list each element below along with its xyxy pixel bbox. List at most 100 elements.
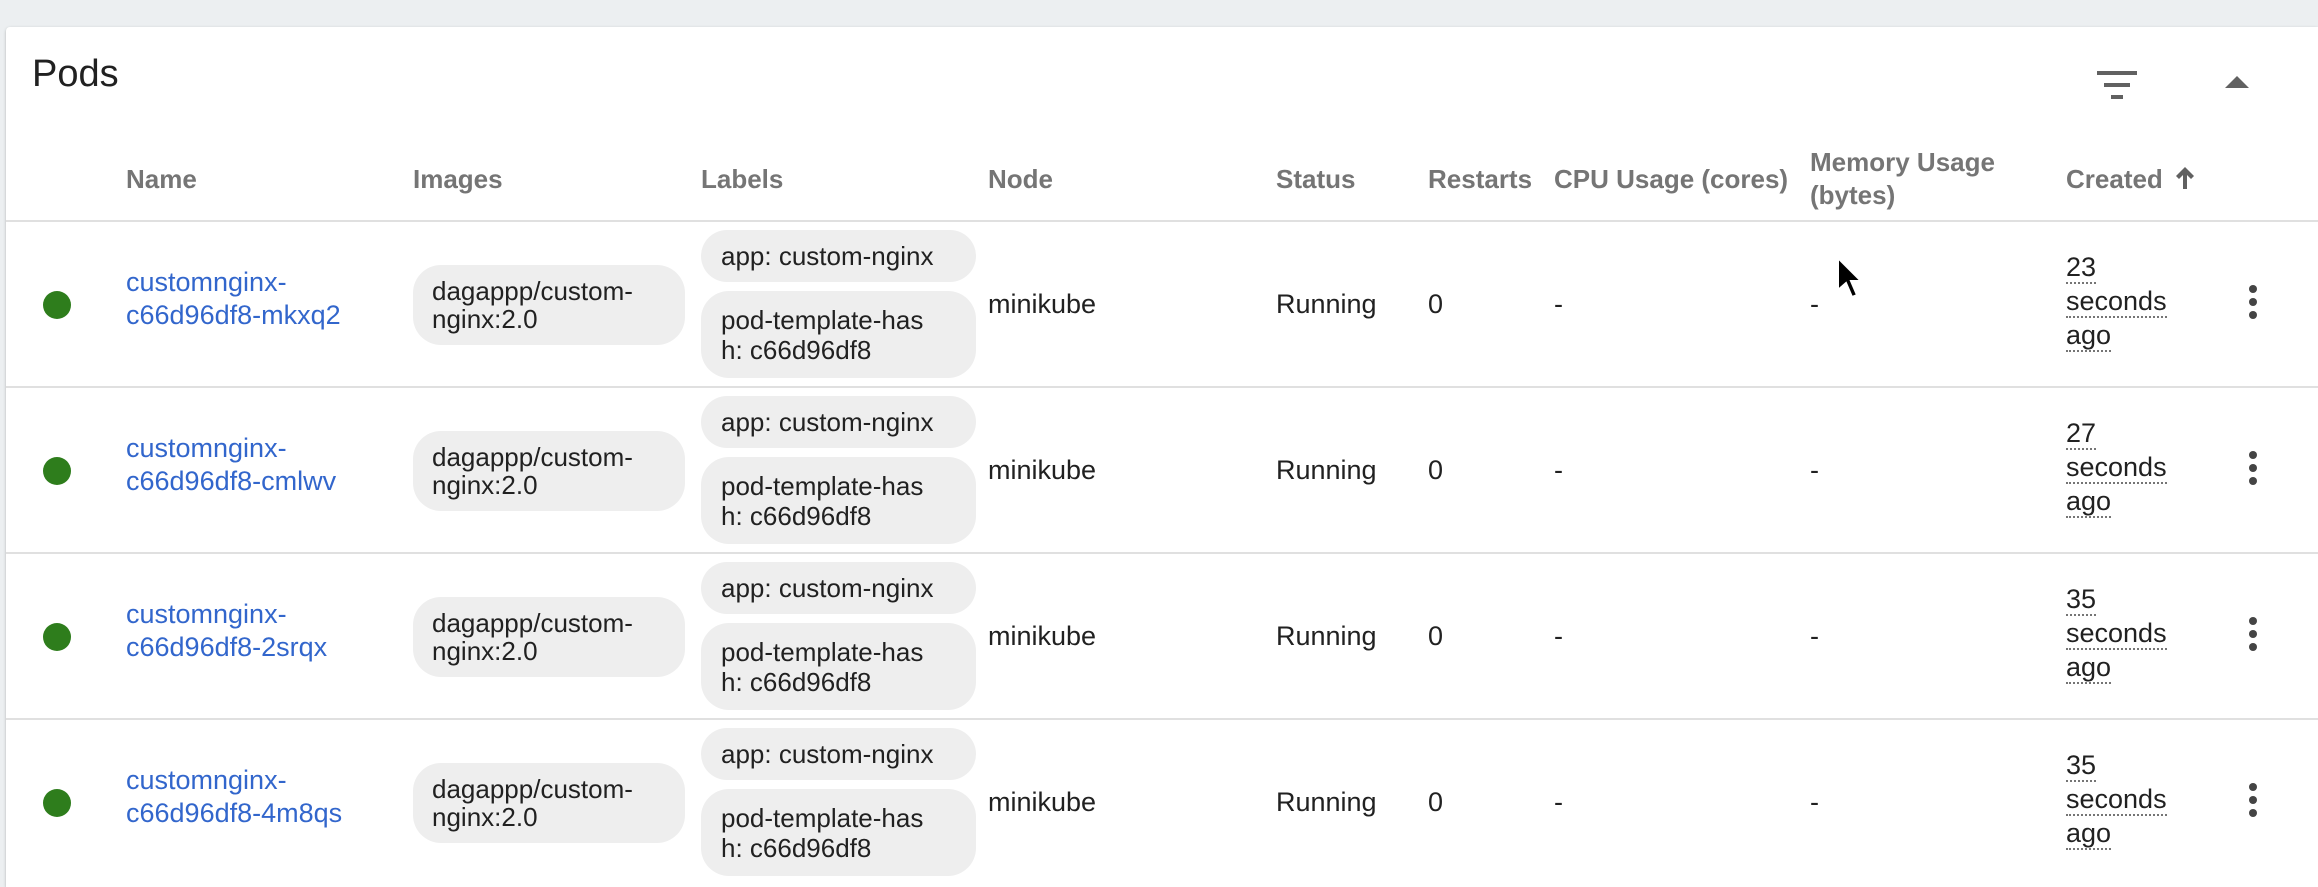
column-header-restarts[interactable]: Restarts xyxy=(1428,163,1532,196)
created-line2: seconds xyxy=(2066,286,2167,318)
status-dot-icon xyxy=(43,457,71,485)
more-vert-icon[interactable] xyxy=(2243,451,2263,491)
table-row: customnginx- c66d96df8-4m8qs dagappp/cus… xyxy=(6,720,2318,886)
column-header-node[interactable]: Node xyxy=(988,163,1053,196)
pod-name-line1: customnginx- xyxy=(126,433,287,463)
memory-cell: - xyxy=(1810,621,1819,651)
created-cell: 35 seconds ago xyxy=(2066,748,2176,850)
restarts-cell: 0 xyxy=(1428,455,1444,485)
label-chip-hash: pod-template-has h: c66d96df8 xyxy=(701,789,976,876)
node-cell: minikube xyxy=(988,455,1097,485)
column-header-memory[interactable]: Memory Usage (bytes) xyxy=(1810,146,1995,212)
image-chip: dagappp/custom- nginx:2.0 xyxy=(413,431,685,511)
label-chip-app: app: custom-nginx xyxy=(701,728,976,780)
label-chip-app: app: custom-nginx xyxy=(701,396,976,448)
collapse-up-icon[interactable] xyxy=(2225,75,2249,94)
pod-name-line2: c66d96df8-4m8qs xyxy=(126,798,343,828)
label-hash-line1: pod-template-has xyxy=(721,637,924,667)
pod-name-link[interactable]: customnginx- c66d96df8-2srqx xyxy=(126,598,327,664)
memory-cell: - xyxy=(1810,455,1819,485)
label-hash-line1: pod-template-has xyxy=(721,803,924,833)
column-header-name[interactable]: Name xyxy=(126,163,197,196)
created-header-label: Created xyxy=(2066,164,2163,194)
created-cell: 23 seconds ago xyxy=(2066,250,2176,352)
image-chip: dagappp/custom- nginx:2.0 xyxy=(413,597,685,677)
created-line1: 35 xyxy=(2066,584,2097,616)
mouse-cursor-icon xyxy=(1837,256,1864,299)
created-line2: seconds xyxy=(2066,618,2167,650)
pod-name-line2: c66d96df8-cmlwv xyxy=(126,466,337,496)
label-hash-line2: h: c66d96df8 xyxy=(721,335,872,365)
status-cell: Running xyxy=(1276,455,1377,485)
image-line2: nginx:2.0 xyxy=(432,304,538,334)
column-header-cpu[interactable]: CPU Usage (cores) xyxy=(1554,163,1788,196)
column-header-labels: Labels xyxy=(701,164,784,194)
created-cell: 27 seconds ago xyxy=(2066,416,2176,518)
column-header-status[interactable]: Status xyxy=(1276,163,1355,196)
image-line1: dagappp/custom- xyxy=(432,774,633,804)
card-title: Pods xyxy=(32,53,119,95)
memory-header-line1: Memory Usage xyxy=(1810,147,1995,177)
table-row: customnginx- c66d96df8-2srqx dagappp/cus… xyxy=(6,554,2318,720)
table-row: customnginx- c66d96df8-cmlwv dagappp/cus… xyxy=(6,388,2318,554)
pod-name-link[interactable]: customnginx- c66d96df8-cmlwv xyxy=(126,432,336,498)
created-line2: seconds xyxy=(2066,452,2167,484)
more-vert-icon[interactable] xyxy=(2243,783,2263,823)
column-header-created[interactable]: Created xyxy=(2066,163,2196,196)
created-line2: seconds xyxy=(2066,784,2167,816)
label-chip-app: app: custom-nginx xyxy=(701,230,976,282)
image-line2: nginx:2.0 xyxy=(432,470,538,500)
status-cell: Running xyxy=(1276,787,1377,817)
cpu-cell: - xyxy=(1554,455,1563,485)
created-line1: 27 xyxy=(2066,418,2097,450)
label-hash-line1: pod-template-has xyxy=(721,471,924,501)
node-cell: minikube xyxy=(988,289,1097,319)
node-cell: minikube xyxy=(988,621,1097,651)
restarts-cell: 0 xyxy=(1428,787,1444,817)
memory-cell: - xyxy=(1810,787,1819,817)
cpu-cell: - xyxy=(1554,621,1563,651)
pod-name-link[interactable]: customnginx- c66d96df8-mkxq2 xyxy=(126,266,341,332)
created-line3: ago xyxy=(2066,818,2112,850)
status-dot-icon xyxy=(43,291,71,319)
more-vert-icon[interactable] xyxy=(2243,285,2263,325)
created-line3: ago xyxy=(2066,486,2112,518)
image-line1: dagappp/custom- xyxy=(432,442,633,472)
pod-name-line1: customnginx- xyxy=(126,267,287,297)
memory-header-line2: (bytes) xyxy=(1810,180,1896,210)
image-chip: dagappp/custom- nginx:2.0 xyxy=(413,763,685,843)
label-hash-line1: pod-template-has xyxy=(721,305,924,335)
image-line2: nginx:2.0 xyxy=(432,636,538,666)
pod-name-line1: customnginx- xyxy=(126,599,287,629)
restarts-cell: 0 xyxy=(1428,289,1444,319)
pod-name-line2: c66d96df8-mkxq2 xyxy=(126,300,341,330)
arrow-up-icon xyxy=(2176,167,2195,189)
image-line2: nginx:2.0 xyxy=(432,802,538,832)
cpu-cell: - xyxy=(1554,289,1563,319)
created-line1: 23 xyxy=(2066,252,2097,284)
label-chip-hash: pod-template-has h: c66d96df8 xyxy=(701,457,976,544)
pod-name-line1: customnginx- xyxy=(126,765,287,795)
image-chip: dagappp/custom- nginx:2.0 xyxy=(413,265,685,345)
node-cell: minikube xyxy=(988,787,1097,817)
pod-name-link[interactable]: customnginx- c66d96df8-4m8qs xyxy=(126,764,342,830)
pod-name-line2: c66d96df8-2srqx xyxy=(126,632,328,662)
label-chip-app: app: custom-nginx xyxy=(701,562,976,614)
more-vert-icon[interactable] xyxy=(2243,617,2263,657)
status-cell: Running xyxy=(1276,621,1377,651)
status-dot-icon xyxy=(43,623,71,651)
label-hash-line2: h: c66d96df8 xyxy=(721,833,872,863)
label-hash-line2: h: c66d96df8 xyxy=(721,667,872,697)
created-cell: 35 seconds ago xyxy=(2066,582,2176,684)
column-header-images: Images xyxy=(413,164,503,194)
cpu-cell: - xyxy=(1554,787,1563,817)
label-hash-line2: h: c66d96df8 xyxy=(721,501,872,531)
image-line1: dagappp/custom- xyxy=(432,608,633,638)
restarts-cell: 0 xyxy=(1428,621,1444,651)
created-line1: 35 xyxy=(2066,750,2097,782)
filter-icon[interactable] xyxy=(2095,68,2141,107)
status-cell: Running xyxy=(1276,289,1377,319)
label-chip-hash: pod-template-has h: c66d96df8 xyxy=(701,291,976,378)
memory-cell: - xyxy=(1810,289,1819,319)
image-line1: dagappp/custom- xyxy=(432,276,633,306)
